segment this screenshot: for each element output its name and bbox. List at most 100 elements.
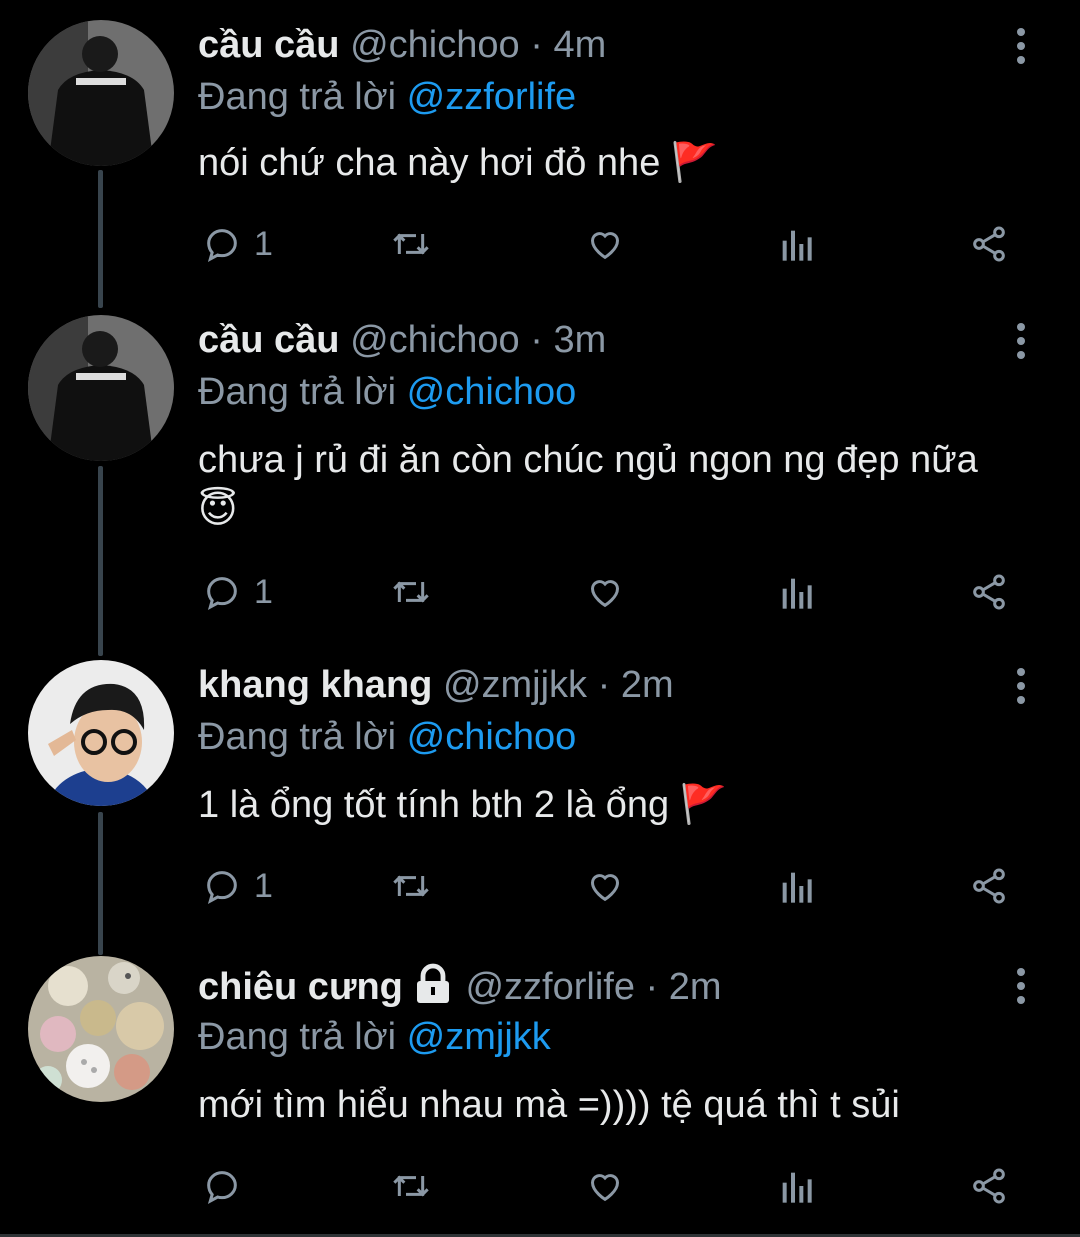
tweet-body: mới tìm hiểu nhau mà =)))) tệ quá thì t … xyxy=(198,1084,900,1126)
reply-icon xyxy=(202,572,242,612)
more-icon[interactable] xyxy=(1004,26,1038,66)
views-icon xyxy=(778,572,814,612)
replying-to-label: Đang trả lời xyxy=(198,76,397,118)
tweet[interactable]: khang khang @zmjjkk · 2m Đang trả lời @c… xyxy=(0,660,1080,940)
like-button[interactable] xyxy=(584,1166,626,1206)
user-handle[interactable]: @chichoo xyxy=(350,24,520,66)
reply-icon xyxy=(202,224,242,264)
more-icon[interactable] xyxy=(1004,666,1038,706)
display-name[interactable]: khang khang xyxy=(198,664,432,706)
avatar[interactable] xyxy=(28,315,174,461)
tweet-actions xyxy=(198,1166,1038,1206)
reply-count: 1 xyxy=(254,572,273,611)
retweet-button[interactable] xyxy=(388,866,434,906)
retweet-icon xyxy=(388,224,434,264)
user-handle[interactable]: @zmjjkk xyxy=(443,664,587,706)
views-button[interactable] xyxy=(778,572,814,612)
tweet-text: chưa j rủ đi ăn còn chúc ngủ ngon ng đẹp… xyxy=(198,435,1018,535)
display-name[interactable]: cầu cầu xyxy=(198,319,340,361)
replying-to: Đang trả lời @chichoo xyxy=(198,712,576,762)
timestamp[interactable]: 2m xyxy=(621,664,674,706)
like-button[interactable] xyxy=(584,572,626,612)
share-button[interactable] xyxy=(968,866,1010,906)
avatar[interactable] xyxy=(28,660,174,806)
reply-button[interactable] xyxy=(202,1166,242,1206)
tweet-body: 1 là ổng tốt tính bth 2 là ổng xyxy=(198,784,670,826)
tweet-body: chưa j rủ đi ăn còn chúc ngủ ngon ng đẹp… xyxy=(198,439,978,481)
avatar[interactable] xyxy=(28,956,174,1102)
like-icon xyxy=(584,866,626,906)
retweet-button[interactable] xyxy=(388,1166,434,1206)
separator-dot: · xyxy=(597,664,611,706)
separator-dot: · xyxy=(645,966,659,1008)
reply-button[interactable]: 1 xyxy=(202,866,273,906)
views-icon xyxy=(778,1166,814,1206)
avatar[interactable] xyxy=(28,20,174,166)
replying-to-label: Đang trả lời xyxy=(198,1016,397,1058)
replying-to-label: Đang trả lời xyxy=(198,371,397,413)
mention-link[interactable]: @chichoo xyxy=(407,716,577,758)
views-icon xyxy=(778,866,814,906)
like-button[interactable] xyxy=(584,866,626,906)
replying-to-label: Đang trả lời xyxy=(198,716,397,758)
retweet-button[interactable] xyxy=(388,224,434,264)
tweet-header: cầu cầu @chichoo · 4m xyxy=(198,20,606,70)
retweet-button[interactable] xyxy=(388,572,434,612)
timestamp[interactable]: 2m xyxy=(669,966,722,1008)
retweet-icon xyxy=(388,866,434,906)
user-handle[interactable]: @zzforlife xyxy=(465,966,635,1008)
views-button[interactable] xyxy=(778,224,814,264)
replying-to: Đang trả lời @zmjjkk xyxy=(198,1012,551,1062)
like-button[interactable] xyxy=(584,224,626,264)
retweet-icon xyxy=(388,1166,434,1206)
retweet-icon xyxy=(388,572,434,612)
tweet-text: nói chứ cha này hơi đỏ nhe 🚩 xyxy=(198,138,1018,188)
replying-to: Đang trả lời @chichoo xyxy=(198,367,576,417)
tweet-body: nói chứ cha này hơi đỏ nhe xyxy=(198,142,661,184)
timestamp[interactable]: 4m xyxy=(553,24,606,66)
more-icon[interactable] xyxy=(1004,321,1038,361)
share-icon xyxy=(968,866,1010,906)
share-button[interactable] xyxy=(968,572,1010,612)
tweet[interactable]: cầu cầu @chichoo · 3m Đang trả lời @chic… xyxy=(0,315,1080,640)
display-name[interactable]: chiêu cưng xyxy=(198,966,403,1008)
tweet-text: 1 là ổng tốt tính bth 2 là ổng 🚩 xyxy=(198,780,1018,830)
tweet-header: chiêu cưng @zzforlife · 2m xyxy=(198,962,722,1016)
separator-dot: · xyxy=(530,24,543,66)
user-handle[interactable]: @chichoo xyxy=(350,319,520,361)
lock-icon xyxy=(411,963,455,1016)
like-icon xyxy=(584,572,626,612)
like-icon xyxy=(584,1166,626,1206)
red-flag-emoji: 🚩 xyxy=(670,142,719,184)
replying-to: Đang trả lời @zzforlife xyxy=(198,72,576,122)
views-button[interactable] xyxy=(778,866,814,906)
views-icon xyxy=(778,224,814,264)
red-flag-emoji: 🚩 xyxy=(679,784,728,826)
views-button[interactable] xyxy=(778,1166,814,1206)
share-icon xyxy=(968,572,1010,612)
separator-dot: · xyxy=(530,319,543,361)
mention-link[interactable]: @zzforlife xyxy=(407,76,577,118)
tweet-text: mới tìm hiểu nhau mà =)))) tệ quá thì t … xyxy=(198,1080,1018,1130)
share-button[interactable] xyxy=(968,224,1010,264)
mention-link[interactable]: @chichoo xyxy=(407,371,577,413)
tweet[interactable]: cầu cầu @chichoo · 4m Đang trả lời @zzfo… xyxy=(0,20,1080,295)
reply-button[interactable]: 1 xyxy=(202,572,273,612)
share-icon xyxy=(968,224,1010,264)
like-icon xyxy=(584,224,626,264)
tweet-header: cầu cầu @chichoo · 3m xyxy=(198,315,606,365)
tweet-actions: 1 xyxy=(198,572,1038,612)
reply-button[interactable]: 1 xyxy=(202,224,273,264)
share-icon xyxy=(968,1166,1010,1206)
tweet-actions: 1 xyxy=(198,224,1038,264)
mention-link[interactable]: @zmjjkk xyxy=(407,1016,551,1058)
halo-smile-emoji: 😇 xyxy=(198,489,238,531)
tweet[interactable]: chiêu cưng @zzforlife · 2m Đang trả lời … xyxy=(0,956,1080,1230)
share-button[interactable] xyxy=(968,1166,1010,1206)
reply-count: 1 xyxy=(254,866,273,905)
reply-icon xyxy=(202,1166,242,1206)
timestamp[interactable]: 3m xyxy=(553,319,606,361)
tweet-actions: 1 xyxy=(198,866,1038,906)
display-name[interactable]: cầu cầu xyxy=(198,24,340,66)
more-icon[interactable] xyxy=(1004,966,1038,1006)
